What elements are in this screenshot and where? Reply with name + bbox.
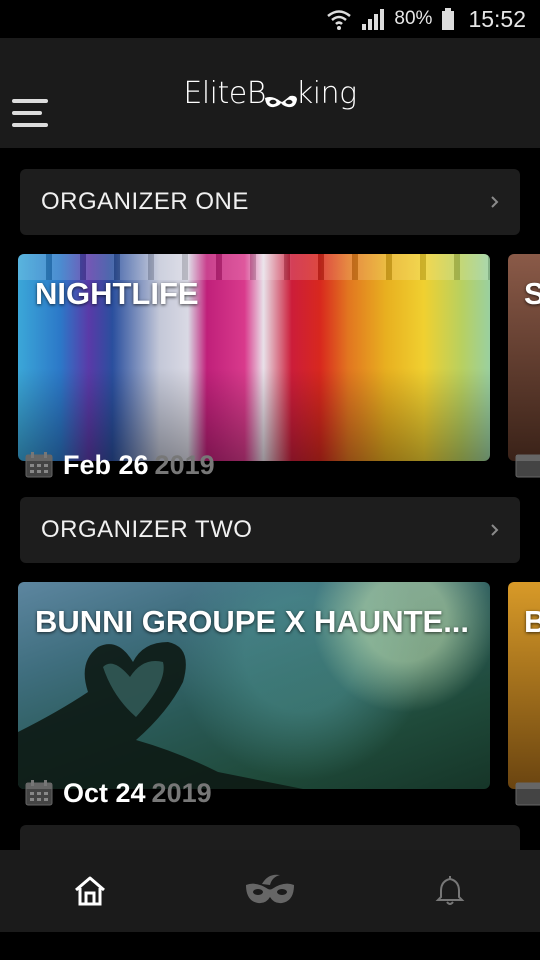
status-bar: 80% 15:52: [0, 0, 540, 38]
logo-text-right: king: [295, 75, 357, 111]
mask-icon: [246, 874, 294, 904]
tab-events[interactable]: [180, 850, 360, 932]
event-year: 2019: [154, 449, 215, 480]
event-date: Oct 24 2019: [24, 776, 212, 810]
event-card-peek[interactable]: B: [508, 582, 540, 789]
event-title: NIGHTLIFE: [35, 276, 199, 311]
tab-notifications[interactable]: [360, 850, 540, 932]
event-title: S: [524, 276, 540, 311]
logo-text-left: EliteB: [183, 75, 266, 111]
organizer-name: ORGANIZER TWO: [41, 516, 253, 543]
event-card-peek[interactable]: S: [508, 254, 540, 461]
event-date: Feb 26 2019: [24, 448, 215, 482]
calendar-icon: [25, 452, 53, 478]
chevron-right-icon: [491, 524, 499, 536]
signal-icon: [360, 7, 386, 31]
event-feed[interactable]: ORGANIZER ONE NIGHTLIFE S Feb 26 2019 OR…: [0, 148, 540, 850]
heart-hands-image: [18, 642, 303, 789]
wifi-icon: [326, 7, 352, 31]
event-card-nightlife[interactable]: NIGHTLIFE: [18, 254, 490, 461]
battery-percent: 80%: [394, 8, 433, 29]
menu-icon[interactable]: [12, 96, 52, 132]
chevron-right-icon: [491, 196, 499, 208]
event-title: BUNNI GROUPE X HAUNTE...: [35, 604, 470, 639]
nav-bar-spacer: [0, 932, 540, 960]
organizer-header-one[interactable]: ORGANIZER ONE: [20, 169, 520, 235]
organizer-header-three[interactable]: [20, 825, 520, 850]
calendar-icon: [25, 780, 53, 806]
event-month-day: Feb 26: [63, 449, 149, 480]
bottom-tab-bar: [0, 850, 540, 932]
event-year: 2019: [151, 777, 212, 808]
clock: 15:52: [468, 5, 526, 32]
app-bar: EliteB king: [0, 38, 540, 148]
bell-icon: [435, 876, 465, 905]
event-title: B: [524, 604, 540, 639]
event-card-bunni-groupe[interactable]: BUNNI GROUPE X HAUNTE...: [18, 582, 490, 789]
calendar-icon: [515, 782, 540, 806]
mask-logo-icon: [264, 84, 298, 108]
organizer-header-two[interactable]: ORGANIZER TWO: [20, 497, 520, 563]
app-logo: EliteB king: [183, 75, 357, 111]
organizer-name: ORGANIZER ONE: [41, 188, 249, 215]
event-month-day: Oct 24: [63, 777, 146, 808]
battery-icon: [440, 7, 456, 31]
tab-home[interactable]: [0, 850, 180, 932]
calendar-icon: [515, 454, 540, 478]
home-icon: [75, 876, 105, 906]
